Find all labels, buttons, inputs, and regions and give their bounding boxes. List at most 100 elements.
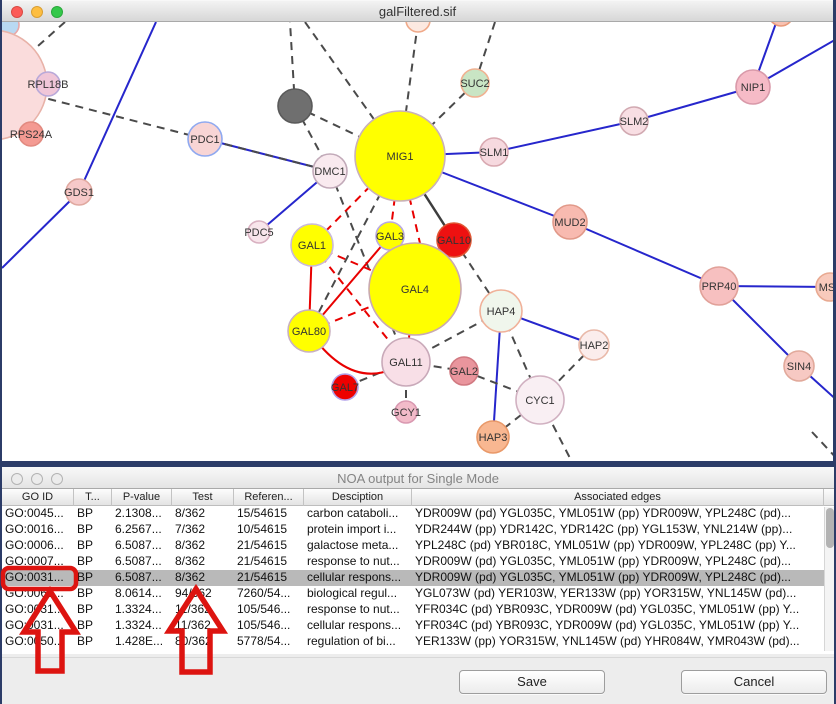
table-cell[interactable]: 7/362 — [172, 522, 234, 538]
table-cell[interactable]: 1.428E... — [112, 634, 172, 650]
table-row[interactable]: GO:0007...BP6.5087...8/36221/54615respon… — [2, 554, 834, 570]
table-cell[interactable]: GO:0016... — [2, 522, 74, 538]
table-cell[interactable]: YER133W (pp) YOR315W, YNL145W (pd) YHR08… — [412, 634, 824, 650]
table-cell[interactable]: GO:0045... — [2, 506, 74, 522]
table-cell[interactable]: 21/54615 — [234, 554, 304, 570]
network-edge-pp[interactable] — [494, 121, 634, 152]
table-cell[interactable]: 105/546... — [234, 618, 304, 634]
table-cell[interactable]: YGL073W (pd) YER103W, YER133W (pp) YOR31… — [412, 586, 824, 602]
table-cell[interactable]: BP — [74, 554, 112, 570]
table-cell[interactable]: 8/362 — [172, 554, 234, 570]
table-cell[interactable]: 6.5087... — [112, 538, 172, 554]
table-cell[interactable]: 8/362 — [172, 570, 234, 586]
table-cell[interactable]: response to nut... — [304, 602, 412, 618]
table-cell[interactable]: cellular respons... — [304, 618, 412, 634]
table-cell[interactable]: 21/54615 — [234, 570, 304, 586]
table-cell[interactable]: BP — [74, 570, 112, 586]
table-cell[interactable]: GO:0007... — [2, 554, 74, 570]
node-label-NIP1: NIP1 — [741, 82, 765, 94]
table-cell[interactable]: carbon cataboli... — [304, 506, 412, 522]
column-header-referen-[interactable]: Referen... — [234, 489, 304, 506]
table-cell[interactable]: GO:0065... — [2, 586, 74, 602]
network-canvas[interactable]: RPL18BRPS24AGDS1PDC1DMC1MIG1SUC2SLM1SLM2… — [2, 22, 833, 461]
column-header-p-value[interactable]: P-value — [112, 489, 172, 506]
table-cell[interactable]: BP — [74, 506, 112, 522]
table-cell[interactable]: regulation of bi... — [304, 634, 412, 650]
table-cell[interactable]: YDR244W (pp) YDR142C, YDR142C (pp) YGL15… — [412, 522, 824, 538]
table-cell[interactable]: YDR009W (pd) YGL035C, YML051W (pp) YDR00… — [412, 506, 824, 522]
table-cell[interactable]: 8/362 — [172, 506, 234, 522]
table-row[interactable]: GO:0045...BP2.1308...8/36215/54615carbon… — [2, 506, 834, 522]
network-edge-pp[interactable] — [79, 22, 156, 192]
table-cell[interactable]: 6.5087... — [112, 554, 172, 570]
table-cell[interactable]: GO:0031... — [2, 618, 74, 634]
noa-window-titlebar[interactable]: NOA output for Single Mode — [2, 467, 834, 489]
table-cell[interactable]: GO:0050... — [2, 634, 74, 650]
column-header-associated-edges[interactable]: Associated edges — [412, 489, 824, 506]
table-cell[interactable]: BP — [74, 586, 112, 602]
table-cell[interactable]: 94/362 — [172, 586, 234, 602]
column-header-t-[interactable]: T... — [74, 489, 112, 506]
table-row[interactable]: GO:0065...BP8.0614...94/3627260/54...bio… — [2, 586, 834, 602]
table-cell[interactable]: GO:0031... — [2, 570, 74, 586]
table-cell[interactable]: YPL248C (pd) YBR018C, YML051W (pp) YDR00… — [412, 538, 824, 554]
table-cell[interactable]: galactose meta... — [304, 538, 412, 554]
table-row[interactable]: GO:0031...BP6.5087...8/36221/54615cellul… — [2, 570, 834, 586]
network-edge-pd[interactable] — [812, 432, 833, 461]
network-node[interactable] — [406, 22, 430, 32]
table-row[interactable]: GO:0006...BP6.5087...8/36221/54615galact… — [2, 538, 834, 554]
scrollbar-thumb[interactable] — [826, 508, 834, 548]
table-row[interactable]: GO:0031...BP1.3324...11/362105/546...cel… — [2, 618, 834, 634]
table-cell[interactable]: 2.1308... — [112, 506, 172, 522]
table-cell[interactable]: BP — [74, 538, 112, 554]
save-button[interactable]: Save — [459, 670, 605, 694]
table-row[interactable]: GO:0050...BP1.428E...80/3625778/54...reg… — [2, 634, 834, 650]
screen: galFiltered.sif RPL18BRPS24AGDS1PDC1DMC1… — [0, 0, 836, 704]
table-cell[interactable]: BP — [74, 618, 112, 634]
cancel-button[interactable]: Cancel — [681, 670, 827, 694]
table-cell[interactable]: 6.5087... — [112, 570, 172, 586]
column-header-go-id[interactable]: GO ID — [2, 489, 74, 506]
table-cell[interactable]: 8.0614... — [112, 586, 172, 602]
network-window-titlebar[interactable]: galFiltered.sif — [2, 0, 833, 22]
table-cell[interactable]: YDR009W (pd) YGL035C, YML051W (pp) YDR00… — [412, 554, 824, 570]
column-header-desciption[interactable]: Desciption — [304, 489, 412, 506]
table-cell[interactable]: 5778/54... — [234, 634, 304, 650]
table-scrollbar[interactable] — [824, 507, 834, 651]
network-node[interactable] — [278, 89, 312, 123]
table-cell[interactable]: 15/54615 — [234, 506, 304, 522]
network-node[interactable] — [769, 22, 793, 26]
table-cell[interactable]: BP — [74, 522, 112, 538]
table-cell[interactable]: 11/362 — [172, 602, 234, 618]
table-row[interactable]: GO:0016...BP6.2567...7/36210/54615protei… — [2, 522, 834, 538]
table-cell[interactable]: BP — [74, 602, 112, 618]
table-row[interactable]: GO:0031...BP1.3324...11/362105/546...res… — [2, 602, 834, 618]
network-edge-pp[interactable] — [634, 87, 753, 121]
node-label-RPL18B: RPL18B — [28, 79, 69, 91]
table-cell[interactable]: cellular respons... — [304, 570, 412, 586]
table-cell[interactable]: 7260/54... — [234, 586, 304, 602]
table-cell[interactable]: GO:0031... — [2, 602, 74, 618]
table-cell[interactable]: protein import i... — [304, 522, 412, 538]
table-cell[interactable]: YFR034C (pd) YBR093C, YDR009W (pd) YGL03… — [412, 602, 824, 618]
table-cell[interactable]: 8/362 — [172, 538, 234, 554]
table-cell[interactable]: response to nut... — [304, 554, 412, 570]
table-cell[interactable]: 1.3324... — [112, 602, 172, 618]
node-label-SLM2: SLM2 — [620, 116, 649, 128]
table-cell[interactable]: 6.2567... — [112, 522, 172, 538]
table-cell[interactable]: 1.3324... — [112, 618, 172, 634]
table-cell[interactable]: biological regul... — [304, 586, 412, 602]
table-cell[interactable]: YFR034C (pd) YBR093C, YDR009W (pd) YGL03… — [412, 618, 824, 634]
table-cell[interactable]: BP — [74, 634, 112, 650]
network-edge-pp[interactable] — [2, 192, 79, 268]
table-cell[interactable]: 105/546... — [234, 602, 304, 618]
network-edge-pp[interactable] — [570, 222, 719, 286]
table-cell[interactable]: 80/362 — [172, 634, 234, 650]
table-cell[interactable]: YDR009W (pd) YGL035C, YML051W (pp) YDR00… — [412, 570, 824, 586]
table-cell[interactable]: 10/54615 — [234, 522, 304, 538]
table-cell[interactable]: 11/362 — [172, 618, 234, 634]
table-cell[interactable]: 21/54615 — [234, 538, 304, 554]
node-label-GAL80: GAL80 — [292, 326, 326, 338]
column-header-test[interactable]: Test — [172, 489, 234, 506]
table-cell[interactable]: GO:0006... — [2, 538, 74, 554]
